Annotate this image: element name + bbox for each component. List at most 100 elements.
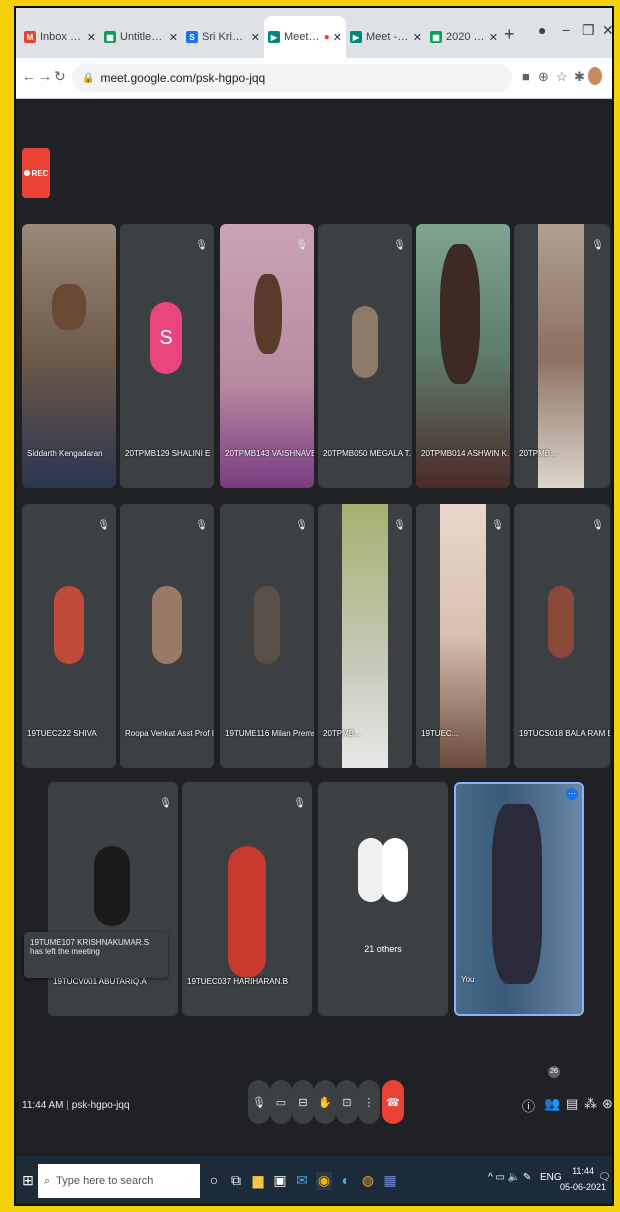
site-icon: S xyxy=(186,31,198,43)
task-view-icon[interactable]: ⧉ xyxy=(228,1172,244,1190)
mic-button[interactable]: 🎙 xyxy=(248,1080,270,1124)
tab-title: Meet - EDII TN Sch xyxy=(366,31,410,43)
people-icon[interactable]: 👥 xyxy=(544,1096,560,1112)
minimize-icon[interactable]: − xyxy=(562,22,570,38)
close-tab-icon[interactable]: ✕ xyxy=(413,31,422,44)
close-tab-icon[interactable]: ✕ xyxy=(169,31,178,44)
participant-tile[interactable]: 20TPMB014 ASHWIN K. xyxy=(416,224,510,488)
rec-label: REC xyxy=(31,168,49,178)
close-window-icon[interactable]: ✕ xyxy=(602,22,612,39)
participant-name: 20TPMB... xyxy=(323,729,361,738)
profile-photo-avatar xyxy=(54,586,84,664)
participant-tile[interactable]: 🎙 20TPMB050 MEGALA T. xyxy=(318,224,412,488)
sheets-icon: ▦ xyxy=(430,31,442,43)
close-tab-icon[interactable]: ✕ xyxy=(489,31,498,44)
participant-tile[interactable]: 🎙 19TUEC037 HARIHARAN.B xyxy=(182,782,312,1016)
others-count-label: 21 others xyxy=(364,944,402,954)
present-icon: ⊡ xyxy=(342,1096,352,1109)
participant-tile[interactable]: 🎙 19TUME116 Milan Prems xyxy=(220,504,314,768)
chrome-icon[interactable]: ◉ xyxy=(316,1172,332,1190)
participant-name: 19TUCV001 ABUTARIQ.A xyxy=(53,977,147,986)
participant-tile[interactable]: 🎙 20TPMB... xyxy=(318,504,412,768)
mail-icon[interactable]: ✉ xyxy=(294,1172,310,1190)
participant-name: Roopa Venkat Asst Prof IT xyxy=(125,729,214,738)
camera-button[interactable]: ▭ xyxy=(270,1080,292,1124)
extensions-icon[interactable]: ✱ xyxy=(574,69,585,85)
tab-gmail[interactable]: M Inbox (13,437) - m ✕ xyxy=(20,16,100,58)
new-tab-button[interactable]: + xyxy=(504,24,515,45)
maximize-icon[interactable]: ❐ xyxy=(582,22,595,39)
cortana-icon[interactable]: ○ xyxy=(206,1172,222,1190)
address-bar[interactable]: 🔒 meet.google.com/psk-hgpo-jqq xyxy=(72,64,512,92)
chat-icon[interactable]: ▤ xyxy=(566,1096,578,1112)
tab-spreadsheet[interactable]: ▦ Untitled spreadshe ✕ xyxy=(100,16,182,58)
edge-icon[interactable]: ◐ xyxy=(338,1172,354,1190)
participant-tile[interactable]: 🎙 S 20TPMB129 SHALINI E xyxy=(120,224,214,488)
word-icon[interactable]: ▦ xyxy=(382,1172,398,1190)
info-icon[interactable]: ⓘ xyxy=(522,1096,535,1115)
more-options-icon[interactable]: ⋯ xyxy=(566,788,578,800)
raise-hand-button[interactable]: ✋ xyxy=(314,1080,336,1124)
bookmark-star-icon[interactable]: ☆ xyxy=(556,69,568,85)
participant-tile[interactable]: 🎙 19TUEC... xyxy=(416,504,510,768)
close-tab-icon[interactable]: ✕ xyxy=(333,31,342,44)
reload-icon[interactable]: ↻ xyxy=(54,68,66,85)
tab-batch-sheet[interactable]: ▦ 2020 - 2022 Batch ✕ xyxy=(426,16,502,58)
notification-icon[interactable]: 🗨 xyxy=(598,1172,611,1183)
profile-photo-avatar xyxy=(254,586,280,664)
face xyxy=(492,804,542,984)
camera-icon: ▭ xyxy=(275,1096,287,1109)
participant-tile[interactable]: 🎙 19TUCV001 ABUTARIQ.A xyxy=(48,782,178,1016)
participant-name: 19TUCS018 BALA RAM ESWAR.B xyxy=(519,729,610,738)
zoom-icon[interactable]: ⊕ xyxy=(538,69,549,85)
tab-meet-edii[interactable]: ▶ Meet - EDII TN Sch ✕ xyxy=(346,16,426,58)
menu-icon[interactable]: ⋮ xyxy=(606,69,612,85)
close-tab-icon[interactable]: ✕ xyxy=(251,31,260,44)
camera-in-use-icon[interactable]: ■ xyxy=(522,69,530,84)
face xyxy=(52,284,86,330)
photos-icon[interactable]: ◍ xyxy=(360,1172,376,1190)
sheets-icon: ▦ xyxy=(104,31,116,43)
windows-start-icon[interactable]: ⊞ xyxy=(20,1172,36,1190)
present-button[interactable]: ⊡ xyxy=(336,1080,358,1124)
face xyxy=(254,274,282,354)
tab-meet-active[interactable]: ▶ Meet - psk-hgp ● ✕ xyxy=(264,16,346,58)
others-avatar xyxy=(358,838,384,902)
participant-tile[interactable]: 🎙 20TPMB... xyxy=(514,224,610,488)
profile-avatar[interactable] xyxy=(588,67,602,85)
store-icon[interactable]: ▣ xyxy=(272,1172,288,1190)
participant-tile[interactable]: 🎙 19TUEC222 SHIVA xyxy=(22,504,116,768)
participant-tile[interactable]: Siddarth Kengadaran xyxy=(22,224,116,488)
leave-call-button[interactable]: ☎ xyxy=(382,1080,404,1124)
meeting-time: 11:44 AM xyxy=(22,1100,64,1111)
others-tile[interactable]: 21 others xyxy=(318,782,448,1016)
participant-tile[interactable]: 🎙 20TPMB143 VAISHNAVE P.J. xyxy=(220,224,314,488)
tab-title: Untitled spreadshe xyxy=(120,31,166,43)
tray-icons[interactable]: ^ ▭ 🔈 ✎ xyxy=(488,1172,531,1183)
close-tab-icon[interactable]: ✕ xyxy=(87,31,96,44)
tab-title: 2020 - 2022 Batch xyxy=(446,31,486,43)
tab-title: Sri Krishna College xyxy=(202,31,248,43)
participant-tile[interactable]: 🎙 19TUCS018 BALA RAM ESWAR.B xyxy=(514,504,610,768)
participant-name: 20TPMB129 SHALINI E xyxy=(125,449,211,458)
activities-icon[interactable]: ⁂ xyxy=(584,1096,597,1112)
taskbar-search-box[interactable]: ⌕ Type here to search xyxy=(38,1164,200,1198)
language-indicator[interactable]: ENG xyxy=(540,1172,562,1183)
mic-muted-icon: 🎙 xyxy=(591,520,604,531)
participant-name: 20TPMB143 VAISHNAVE P.J. xyxy=(225,449,314,458)
mic-muted-icon: 🎙 xyxy=(295,520,308,531)
back-icon[interactable]: ← xyxy=(22,68,36,84)
participant-name: 20TPMB... xyxy=(519,449,557,458)
tab-college[interactable]: S Sri Krishna College ✕ xyxy=(182,16,264,58)
forward-icon[interactable]: → xyxy=(38,68,52,84)
self-tile[interactable]: ⋯ You xyxy=(454,782,584,1016)
file-explorer-icon[interactable]: ▆ xyxy=(250,1172,266,1190)
meeting-details[interactable]: 11:44 AM | psk-hgpo-jqq xyxy=(22,1100,130,1111)
participant-tile[interactable]: 🎙 Roopa Venkat Asst Prof IT xyxy=(120,504,214,768)
more-options-button[interactable]: ⋮ xyxy=(358,1080,380,1124)
profile-dot-icon[interactable]: ● xyxy=(538,22,546,38)
leave-notification-toast: 19TUME107 KRISHNAKUMAR.S has left the me… xyxy=(24,932,168,978)
host-controls-icon[interactable]: ⊛ xyxy=(602,1096,612,1112)
clock-date: 05-06-2021 xyxy=(560,1182,607,1192)
captions-button[interactable]: ⊟ xyxy=(292,1080,314,1124)
